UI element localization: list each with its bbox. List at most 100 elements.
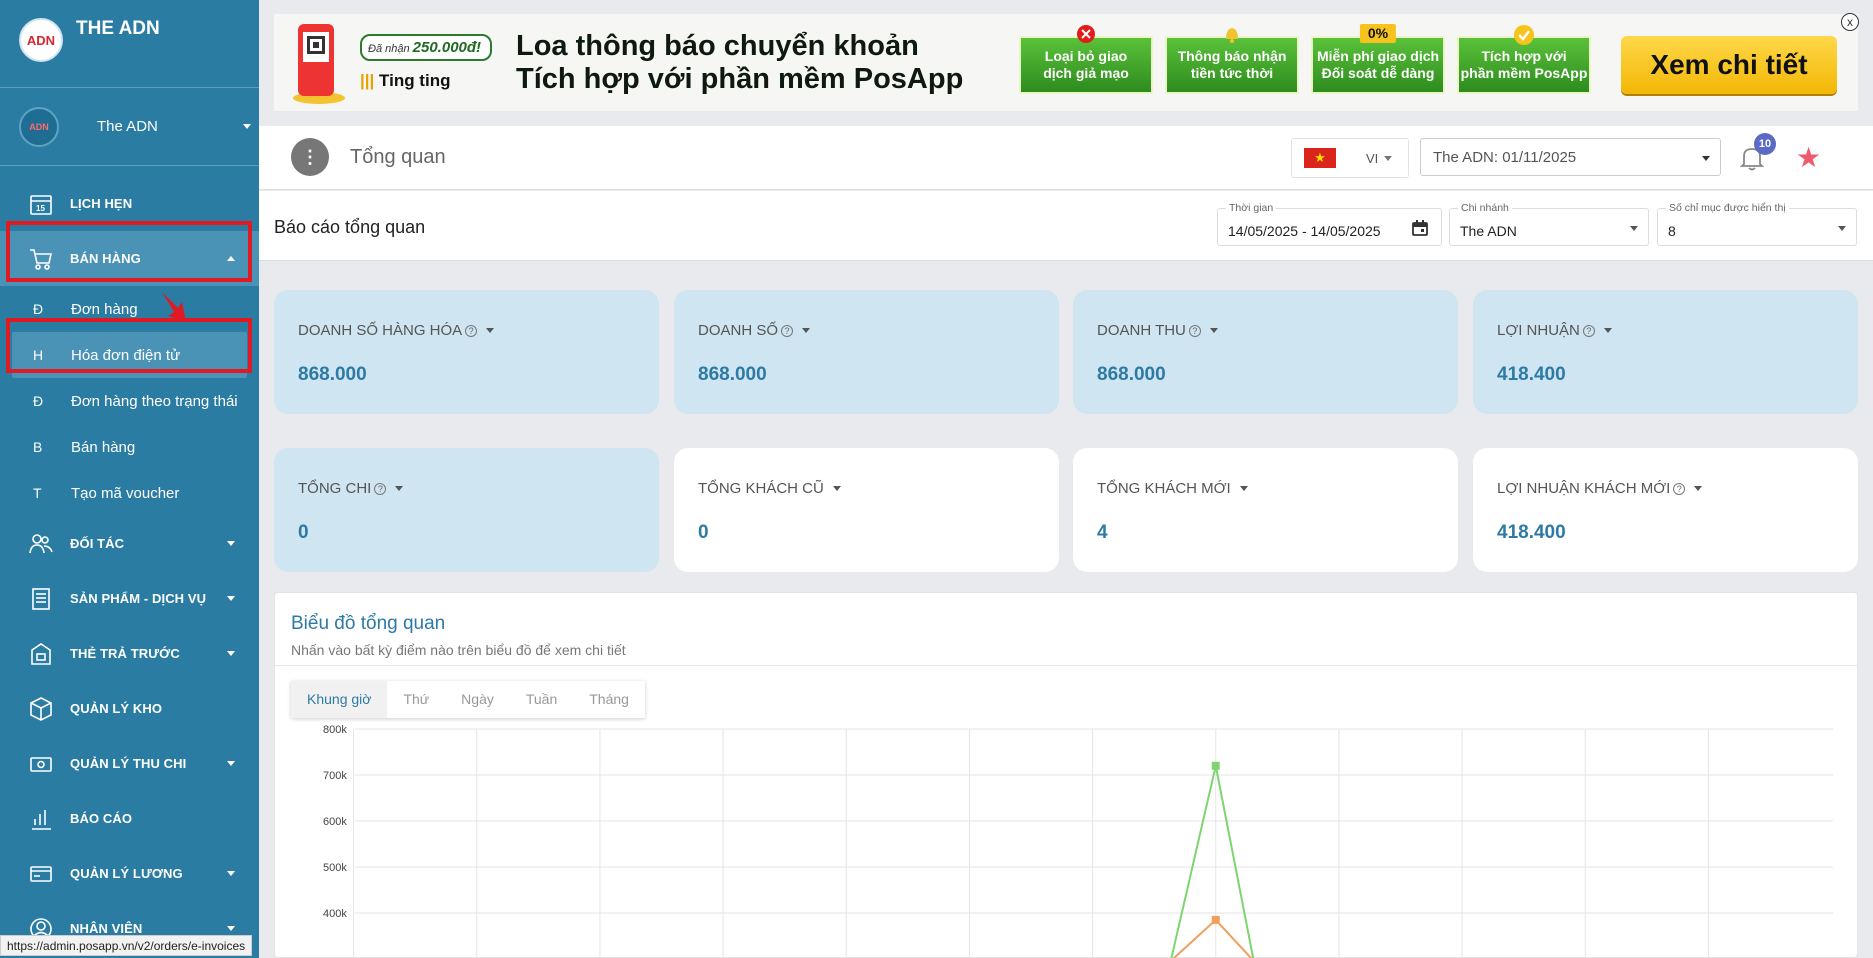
stat-label-row[interactable]: DOANH THU ?: [1097, 322, 1218, 339]
sidebar-item-doi-tac[interactable]: ĐỐI TÁC: [0, 516, 259, 571]
subitem-letter: Đ: [33, 393, 44, 409]
sidebar-item-quan-ly-kho[interactable]: QUẢN LÝ KHO: [0, 681, 259, 736]
badge-text: Đã nhận: [368, 43, 410, 55]
promo-banner[interactable]: Đã nhận 250.000đ! ||| Ting ting Loa thôn…: [274, 14, 1858, 111]
stat-label-row[interactable]: DOANH SỐ ?: [698, 322, 811, 339]
stat-card[interactable]: TỔNG KHÁCH CŨ 0: [674, 448, 1059, 572]
overview-line-chart[interactable]: 800k 700k 600k 500k 400k: [275, 721, 1859, 958]
subitem-letter: H: [33, 347, 44, 363]
branch-filter-value: The ADN: [1460, 223, 1517, 239]
chevron-down-icon: [1239, 486, 1248, 491]
stat-card[interactable]: TỔNG KHÁCH MỚI 4: [1073, 448, 1458, 572]
series-line-0: [1170, 765, 1255, 958]
y-tick-label: 800k: [323, 724, 347, 736]
branch-date-value: The ADN: 01/11/2025: [1433, 149, 1577, 166]
stat-label-row[interactable]: TỔNG CHI ?: [298, 480, 404, 497]
sidebar-item-quan-ly-thu-chi[interactable]: QUẢN LÝ THU CHI: [0, 736, 259, 791]
sidebar-item-label: NHÂN VIÊN: [70, 921, 143, 936]
feature-line: phần mềm PosApp: [1460, 65, 1588, 81]
branch-date-select[interactable]: The ADN: 01/11/2025: [1420, 138, 1721, 176]
data-point-0: [1211, 761, 1220, 770]
feature-free-transactions: 0% Miễn phí giao dịch Đối soát dễ dàng: [1311, 24, 1445, 94]
payroll-card-icon: [28, 861, 54, 887]
banner-title-line1: Loa thông báo chuyển khoản: [516, 29, 919, 62]
stat-label-row[interactable]: TỔNG KHÁCH CŨ: [698, 480, 841, 497]
help-icon[interactable]: ?: [781, 324, 794, 337]
stat-card[interactable]: DOANH SỐ HÀNG HÓA ? 868.000: [274, 290, 659, 414]
sidebar-subitem[interactable]: H Hóa đơn điện tử: [12, 332, 247, 378]
chevron-down-icon: [1694, 486, 1703, 491]
sidebar-item-the-tra-truoc[interactable]: THẺ TRẢ TRƯỚC: [0, 626, 259, 681]
money-icon: [28, 751, 54, 777]
brand: ADN THE ADN: [0, 0, 259, 88]
sidebar-item-label: SẢN PHẨM - DỊCH VỤ: [70, 591, 207, 606]
help-icon[interactable]: ?: [374, 482, 387, 495]
brand-logo[interactable]: ADN: [19, 18, 63, 62]
stat-value: 0: [298, 522, 309, 543]
language-code: VI: [1366, 150, 1379, 166]
chevron-down-icon: [227, 651, 235, 656]
view-details-button[interactable]: Xem chi tiết: [1621, 36, 1837, 94]
chart-tab[interactable]: Khung giờ: [291, 681, 388, 718]
help-icon[interactable]: ?: [1673, 482, 1686, 495]
sidebar-subitem[interactable]: Đ Đơn hàng: [0, 286, 259, 332]
feature-line: dịch giả mạo: [1043, 65, 1129, 81]
subitem-label: Đơn hàng theo trạng thái: [71, 392, 238, 410]
sidebar-item-bao-cao[interactable]: BÁO CÁO: [0, 791, 259, 846]
vietnam-flag-icon: ★: [1304, 148, 1336, 168]
brand-name: THE ADN: [76, 18, 160, 39]
subitem-letter: B: [33, 439, 43, 455]
stat-card[interactable]: DOANH SỐ ? 868.000: [674, 290, 1059, 414]
help-icon[interactable]: ?: [465, 324, 478, 337]
stat-label-row[interactable]: LỢI NHUẬN KHÁCH MỚI ?: [1497, 480, 1703, 497]
feature-line: tiền tức thời: [1190, 65, 1274, 81]
branch-filter-select[interactable]: Chi nhánh The ADN: [1449, 202, 1649, 246]
sidebar-item-quan-ly-luong[interactable]: QUẢN LÝ LƯƠNG: [0, 846, 259, 901]
stat-label: LỢI NHUẬN KHÁCH MỚI: [1497, 480, 1671, 497]
chart-tab[interactable]: Tuần: [510, 681, 573, 718]
chart-tab[interactable]: Tháng: [573, 681, 645, 718]
stat-label-row[interactable]: TỔNG KHÁCH MỚI: [1097, 480, 1248, 497]
date-range-value: 14/05/2025 - 14/05/2025: [1228, 223, 1381, 239]
date-range-field[interactable]: Thời gian 14/05/2025 - 14/05/2025: [1217, 202, 1442, 246]
language-selector[interactable]: ★ VI: [1291, 138, 1409, 178]
filter-bar: Báo cáo tổng quan Thời gian 14/05/2025 -…: [259, 191, 1873, 261]
stat-label-row[interactable]: DOANH SỐ HÀNG HÓA ?: [298, 322, 495, 339]
account-switcher[interactable]: ADN The ADN: [0, 88, 259, 166]
bell-icon: [1222, 24, 1242, 48]
chart-tabs: Khung giờ Thứ Ngày Tuần Tháng: [291, 681, 645, 718]
sidebar-subitem[interactable]: T Tạo mã voucher: [0, 470, 259, 516]
page-title: Tổng quan: [350, 146, 446, 168]
sidebar-item-san-pham[interactable]: SẢN PHẨM - DỊCH VỤ: [0, 571, 259, 626]
sidebar-item-label: BÁO CÁO: [70, 811, 133, 826]
stat-label: DOANH SỐ HÀNG HÓA: [298, 322, 463, 339]
sidebar-item-lich-hen[interactable]: 15 LỊCH HẸN: [0, 176, 259, 231]
more-menu-button[interactable]: ⋮: [291, 138, 329, 176]
stat-card[interactable]: LỢI NHUẬN KHÁCH MỚI ? 418.400: [1473, 448, 1858, 572]
star-icon[interactable]: ★: [1796, 141, 1821, 174]
banner-title-line2: Tích hợp với phần mềm PosApp: [516, 62, 964, 95]
item-count-value: 8: [1668, 223, 1676, 239]
sidebar-item-label: THẺ TRẢ TRƯỚC: [70, 646, 180, 661]
feature-line: Tích hợp với: [1481, 48, 1567, 64]
item-count-select[interactable]: Số chỉ mục được hiển thị 8: [1657, 202, 1857, 246]
stat-card[interactable]: TỔNG CHI ? 0: [274, 448, 659, 572]
help-icon[interactable]: ?: [1188, 324, 1201, 337]
feature-line: Loại bỏ giao: [1044, 48, 1128, 64]
subitem-letter: T: [33, 485, 42, 501]
stat-label-row[interactable]: LỢI NHUẬN ?: [1497, 322, 1612, 339]
sidebar-item-ban-hang[interactable]: BÁN HÀNG: [0, 231, 259, 286]
calendar-icon: 15: [28, 191, 54, 217]
chevron-down-icon: [227, 761, 235, 766]
chart-tab[interactable]: Ngày: [445, 681, 510, 718]
sidebar-subitem[interactable]: B Bán hàng: [0, 424, 259, 470]
subitem-label: Đơn hàng: [71, 300, 138, 318]
chart-tab[interactable]: Thứ: [387, 681, 445, 718]
sidebar-item-label: LỊCH HẸN: [70, 196, 133, 211]
close-banner-button[interactable]: x: [1841, 13, 1859, 31]
help-icon[interactable]: ?: [1582, 324, 1595, 337]
calendar-icon[interactable]: [1411, 219, 1429, 237]
stat-card[interactable]: DOANH THU ? 868.000: [1073, 290, 1458, 414]
sidebar-subitem[interactable]: Đ Đơn hàng theo trạng thái: [0, 378, 259, 424]
stat-card[interactable]: LỢI NHUẬN ? 418.400: [1473, 290, 1858, 414]
